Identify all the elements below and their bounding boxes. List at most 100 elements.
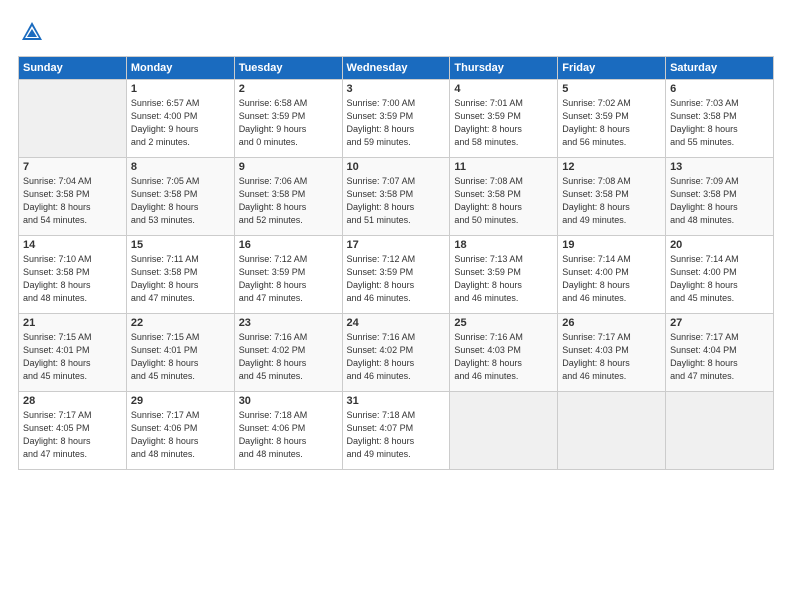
day-number: 3 (347, 83, 446, 95)
day-info: Sunrise: 7:18 AM Sunset: 4:06 PM Dayligh… (239, 409, 338, 461)
day-info: Sunrise: 7:16 AM Sunset: 4:03 PM Dayligh… (454, 331, 553, 383)
calendar-cell: 5Sunrise: 7:02 AM Sunset: 3:59 PM Daylig… (558, 80, 666, 158)
day-info: Sunrise: 7:12 AM Sunset: 3:59 PM Dayligh… (239, 253, 338, 305)
day-info: Sunrise: 7:15 AM Sunset: 4:01 PM Dayligh… (23, 331, 122, 383)
calendar-cell: 16 Sunrise: 7:12 AM Sunset: 3:59 PM Dayli… (234, 236, 342, 314)
calendar-cell: 24 Sunrise: 7:16 AM Sunset: 4:02 PM Dayli… (342, 314, 450, 392)
calendar-week-row: 28Sunrise: 7:17 AM Sunset: 4:05 PM Dayli… (19, 392, 774, 470)
day-header-friday: Friday (558, 57, 666, 80)
calendar-cell: 25 Sunrise: 7:16 AM Sunset: 4:03 PM Dayli… (450, 314, 558, 392)
day-info: Sunrise: 7:13 AM Sunset: 3:59 PM Dayligh… (454, 253, 553, 305)
day-info: Sunrise: 7:08 AM Sunset: 3:58 PM Dayligh… (454, 175, 553, 227)
day-header-thursday: Thursday (450, 57, 558, 80)
day-number: 9 (239, 161, 338, 173)
day-info: Sunrise: 7:00 AM Sunset: 3:59 PM Dayligh… (347, 97, 446, 149)
day-header-wednesday: Wednesday (342, 57, 450, 80)
day-number: 17 (347, 239, 446, 251)
day-number: 7 (23, 161, 122, 173)
calendar-header (18, 18, 774, 46)
calendar-cell: 9 Sunrise: 7:06 AM Sunset: 3:58 PM Daylig… (234, 158, 342, 236)
calendar-page: SundayMondayTuesdayWednesdayThursdayFrid… (0, 0, 792, 612)
calendar-table: SundayMondayTuesdayWednesdayThursdayFrid… (18, 56, 774, 470)
calendar-cell: 7 Sunrise: 7:04 AM Sunset: 3:58 PM Daylig… (19, 158, 127, 236)
day-info: Sunrise: 7:12 AM Sunset: 3:59 PM Dayligh… (347, 253, 446, 305)
day-info: Sunrise: 7:16 AM Sunset: 4:02 PM Dayligh… (347, 331, 446, 383)
day-info: Sunrise: 7:06 AM Sunset: 3:58 PM Dayligh… (239, 175, 338, 227)
day-info: Sunrise: 7:09 AM Sunset: 3:58 PM Dayligh… (670, 175, 769, 227)
logo (18, 18, 50, 46)
day-number: 20 (670, 239, 769, 251)
day-info: Sunrise: 7:17 AM Sunset: 4:04 PM Dayligh… (670, 331, 769, 383)
calendar-cell: 27 Sunrise: 7:17 AM Sunset: 4:04 PM Dayli… (666, 314, 774, 392)
day-info: Sunrise: 7:05 AM Sunset: 3:58 PM Dayligh… (131, 175, 230, 227)
day-number: 23 (239, 317, 338, 329)
calendar-week-row: 14 Sunrise: 7:10 AM Sunset: 3:58 PM Dayli… (19, 236, 774, 314)
day-number: 8 (131, 161, 230, 173)
calendar-cell: 18 Sunrise: 7:13 AM Sunset: 3:59 PM Dayli… (450, 236, 558, 314)
day-number: 31 (347, 395, 446, 407)
calendar-cell (450, 392, 558, 470)
day-info: Sunrise: 7:14 AM Sunset: 4:00 PM Dayligh… (670, 253, 769, 305)
day-info: Sunrise: 7:17 AM Sunset: 4:03 PM Dayligh… (562, 331, 661, 383)
day-number: 6 (670, 83, 769, 95)
logo-icon (18, 18, 46, 46)
calendar-cell: 19 Sunrise: 7:14 AM Sunset: 4:00 PM Dayli… (558, 236, 666, 314)
day-number: 18 (454, 239, 553, 251)
calendar-week-row: 1 Sunrise: 6:57 AM Sunset: 4:00 PM Daylig… (19, 80, 774, 158)
day-number: 15 (131, 239, 230, 251)
day-info: Sunrise: 7:10 AM Sunset: 3:58 PM Dayligh… (23, 253, 122, 305)
day-number: 19 (562, 239, 661, 251)
day-info: Sunrise: 7:11 AM Sunset: 3:58 PM Dayligh… (131, 253, 230, 305)
day-number: 27 (670, 317, 769, 329)
day-info: Sunrise: 7:03 AM Sunset: 3:58 PM Dayligh… (670, 97, 769, 149)
calendar-cell: 26 Sunrise: 7:17 AM Sunset: 4:03 PM Dayli… (558, 314, 666, 392)
calendar-cell: 12Sunrise: 7:08 AM Sunset: 3:58 PM Dayli… (558, 158, 666, 236)
day-info: Sunrise: 7:07 AM Sunset: 3:58 PM Dayligh… (347, 175, 446, 227)
day-number: 1 (131, 83, 230, 95)
day-info: Sunrise: 7:01 AM Sunset: 3:59 PM Dayligh… (454, 97, 553, 149)
day-header-saturday: Saturday (666, 57, 774, 80)
calendar-cell: 11 Sunrise: 7:08 AM Sunset: 3:58 PM Dayli… (450, 158, 558, 236)
calendar-cell (666, 392, 774, 470)
day-number: 4 (454, 83, 553, 95)
day-number: 26 (562, 317, 661, 329)
calendar-cell: 31 Sunrise: 7:18 AM Sunset: 4:07 PM Dayli… (342, 392, 450, 470)
day-info: Sunrise: 7:17 AM Sunset: 4:06 PM Dayligh… (131, 409, 230, 461)
day-number: 2 (239, 83, 338, 95)
day-number: 25 (454, 317, 553, 329)
calendar-cell: 21Sunrise: 7:15 AM Sunset: 4:01 PM Dayli… (19, 314, 127, 392)
calendar-cell: 15 Sunrise: 7:11 AM Sunset: 3:58 PM Dayli… (126, 236, 234, 314)
calendar-cell: 2 Sunrise: 6:58 AM Sunset: 3:59 PM Daylig… (234, 80, 342, 158)
day-info: Sunrise: 7:14 AM Sunset: 4:00 PM Dayligh… (562, 253, 661, 305)
calendar-cell: 13 Sunrise: 7:09 AM Sunset: 3:58 PM Dayli… (666, 158, 774, 236)
day-number: 14 (23, 239, 122, 251)
day-number: 13 (670, 161, 769, 173)
calendar-week-row: 7 Sunrise: 7:04 AM Sunset: 3:58 PM Daylig… (19, 158, 774, 236)
day-info: Sunrise: 6:58 AM Sunset: 3:59 PM Dayligh… (239, 97, 338, 149)
calendar-tbody: 1 Sunrise: 6:57 AM Sunset: 4:00 PM Daylig… (19, 80, 774, 470)
calendar-thead: SundayMondayTuesdayWednesdayThursdayFrid… (19, 57, 774, 80)
day-info: Sunrise: 6:57 AM Sunset: 4:00 PM Dayligh… (131, 97, 230, 149)
calendar-cell: 17 Sunrise: 7:12 AM Sunset: 3:59 PM Dayli… (342, 236, 450, 314)
day-header-tuesday: Tuesday (234, 57, 342, 80)
day-info: Sunrise: 7:18 AM Sunset: 4:07 PM Dayligh… (347, 409, 446, 461)
calendar-cell: 8 Sunrise: 7:05 AM Sunset: 3:58 PM Daylig… (126, 158, 234, 236)
calendar-cell: 30 Sunrise: 7:18 AM Sunset: 4:06 PM Dayli… (234, 392, 342, 470)
day-number: 11 (454, 161, 553, 173)
calendar-cell (19, 80, 127, 158)
calendar-cell: 1 Sunrise: 6:57 AM Sunset: 4:00 PM Daylig… (126, 80, 234, 158)
calendar-cell: 23 Sunrise: 7:16 AM Sunset: 4:02 PM Dayli… (234, 314, 342, 392)
calendar-cell (558, 392, 666, 470)
day-number: 28 (23, 395, 122, 407)
calendar-cell: 28Sunrise: 7:17 AM Sunset: 4:05 PM Dayli… (19, 392, 127, 470)
day-number: 16 (239, 239, 338, 251)
day-number: 24 (347, 317, 446, 329)
calendar-cell: 22Sunrise: 7:15 AM Sunset: 4:01 PM Dayli… (126, 314, 234, 392)
calendar-cell: 10 Sunrise: 7:07 AM Sunset: 3:58 PM Dayli… (342, 158, 450, 236)
day-info: Sunrise: 7:16 AM Sunset: 4:02 PM Dayligh… (239, 331, 338, 383)
day-number: 10 (347, 161, 446, 173)
day-info: Sunrise: 7:15 AM Sunset: 4:01 PM Dayligh… (131, 331, 230, 383)
day-number: 30 (239, 395, 338, 407)
calendar-cell: 4 Sunrise: 7:01 AM Sunset: 3:59 PM Daylig… (450, 80, 558, 158)
day-info: Sunrise: 7:04 AM Sunset: 3:58 PM Dayligh… (23, 175, 122, 227)
